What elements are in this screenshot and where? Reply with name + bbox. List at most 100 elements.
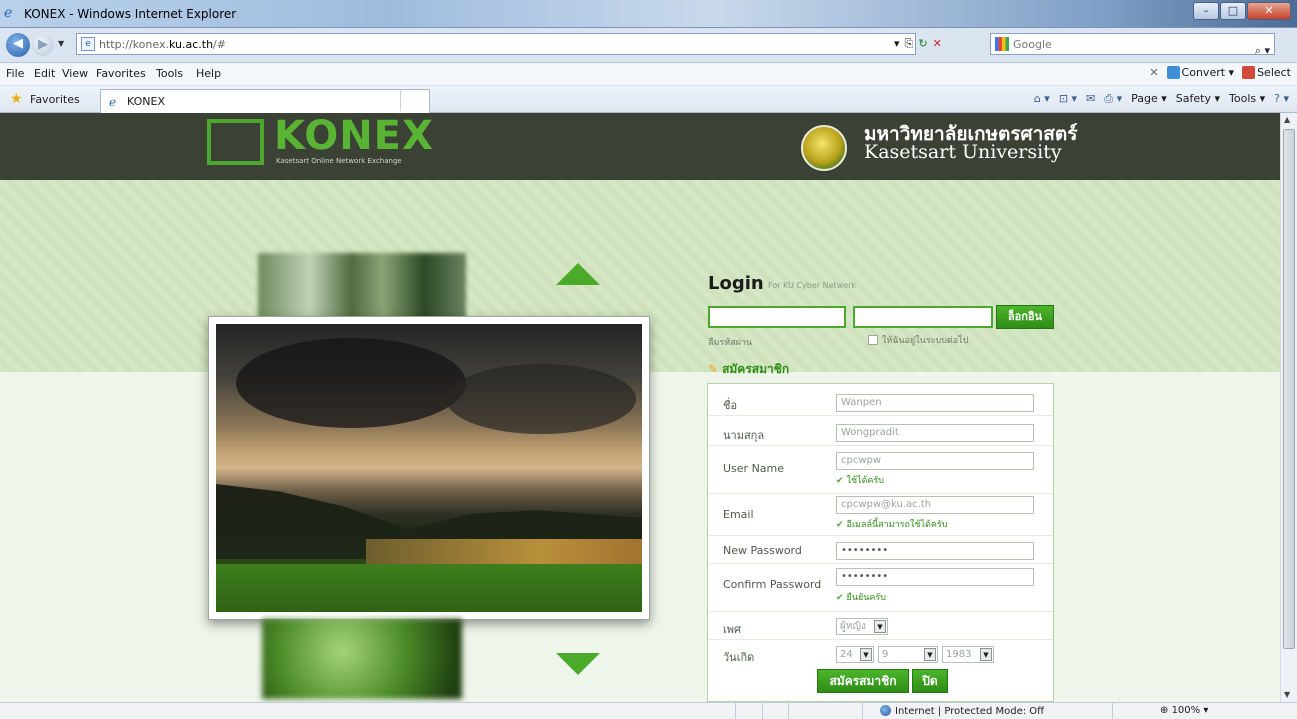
birth-year-value: 1983 xyxy=(946,649,972,660)
mail-icon[interactable]: ✉ xyxy=(1086,92,1095,106)
register-submit-button[interactable]: สมัครสมาชิก xyxy=(817,669,909,693)
chevron-down-icon: ▼ xyxy=(924,648,936,661)
feeds-icon[interactable]: ⊡ ▾ xyxy=(1059,92,1077,106)
status-divider xyxy=(862,703,863,719)
search-placeholder: Google xyxy=(1013,38,1052,51)
globe-icon xyxy=(880,705,891,716)
birth-day-select[interactable]: 24 ▼ xyxy=(836,646,874,663)
gallery-thumbnail-next[interactable] xyxy=(262,619,462,699)
login-password-input[interactable] xyxy=(853,306,993,328)
url-text[interactable]: http://konex.ku.ac.th/# xyxy=(99,38,226,51)
safety-menu[interactable]: Safety ▾ xyxy=(1176,92,1220,106)
chevron-down-icon: ▼ xyxy=(874,620,886,633)
form-row-birthday: วันเกิด 24 ▼ 9 ▼ 1983 ▼ xyxy=(708,642,1053,668)
maximize-button[interactable]: □ xyxy=(1220,2,1246,20)
gender-select[interactable]: ผู้หญิง ▼ xyxy=(836,618,888,635)
username-ok-message: ใช้ได้ครับ xyxy=(836,473,884,487)
scroll-thumb[interactable] xyxy=(1283,129,1295,649)
scroll-down-arrow-icon[interactable]: ▼ xyxy=(1284,690,1290,699)
menu-edit[interactable]: Edit xyxy=(34,67,55,80)
favorites-star-icon[interactable]: ★ xyxy=(10,91,23,107)
new-tab-button[interactable] xyxy=(400,89,430,111)
scroll-up-arrow-icon[interactable]: ▲ xyxy=(1284,115,1290,124)
remember-me-checkbox[interactable] xyxy=(868,335,878,345)
print-icon[interactable]: ⎙ ▾ xyxy=(1104,92,1122,106)
konex-logo[interactable]: KONEX xyxy=(274,113,434,159)
register-close-button[interactable]: ปิด xyxy=(912,669,948,693)
form-row-new-password: New Password •••••••• xyxy=(708,538,1053,564)
select-button[interactable]: Select xyxy=(1242,66,1291,79)
page-icon: e xyxy=(81,37,95,51)
login-button[interactable]: ล็อกอิน xyxy=(996,305,1054,329)
home-icon[interactable]: ⌂ ▾ xyxy=(1034,92,1050,106)
vertical-scrollbar[interactable]: ▲ ▼ xyxy=(1280,113,1297,702)
zoom-level[interactable]: ⊕ 100% ▾ xyxy=(1160,705,1208,716)
security-zone[interactable]: Internet | Protected Mode: Off xyxy=(880,705,1044,717)
stop-icon[interactable]: ✕ xyxy=(933,37,942,51)
status-divider xyxy=(735,703,736,719)
menu-tools[interactable]: Tools xyxy=(156,67,183,80)
menu-help[interactable]: Help xyxy=(196,67,221,80)
convert-button[interactable]: Convert ▾ xyxy=(1166,66,1234,79)
confirm-password-label: Confirm Password xyxy=(723,578,822,591)
gender-value: ผู้หญิง xyxy=(840,621,866,632)
address-bar: ◀ ▶ ▼ e http://konex.ku.ac.th/# ▾ ⎘ ↻ ✕ … xyxy=(0,28,1297,63)
tab-konex[interactable]: ℯ KONEX xyxy=(100,89,430,113)
command-bar: ⌂ ▾ ⊡ ▾ ✉ ⎙ ▾ Page ▾ Safety ▾ Tools ▾ ? … xyxy=(1034,92,1289,106)
register-heading[interactable]: ✎ สมัครสมาชิก xyxy=(708,360,789,379)
url-tools: ▾ ⎘ ↻ ✕ xyxy=(894,37,942,51)
title-bar: ℯ KONEX - Windows Internet Explorer – □ … xyxy=(0,0,1297,28)
search-field[interactable]: Google ⌕ ▾ xyxy=(990,33,1275,58)
help-icon[interactable]: ? ▾ xyxy=(1274,92,1289,106)
compat-view-icon[interactable]: ⎘ xyxy=(905,37,914,51)
search-icon[interactable]: ⌕ ▾ xyxy=(1255,44,1270,58)
new-password-input[interactable]: •••••••• xyxy=(836,542,1034,560)
url-dropdown-icon[interactable]: ▾ xyxy=(894,37,900,51)
page-menu[interactable]: Page ▾ xyxy=(1131,92,1167,106)
new-password-label: New Password xyxy=(723,544,802,557)
gallery-down-arrow-icon[interactable] xyxy=(556,653,600,675)
url-field[interactable]: e http://konex.ku.ac.th/# xyxy=(76,33,916,55)
login-title: Login xyxy=(708,273,764,294)
login-username-input[interactable] xyxy=(708,306,846,328)
username-input[interactable]: cpcwpw xyxy=(836,452,1034,470)
favorites-button[interactable]: Favorites xyxy=(30,93,80,106)
ie-icon: ℯ xyxy=(4,5,13,21)
konex-tagline: Kasetsart Online Network Exchange xyxy=(276,157,402,165)
menu-favorites[interactable]: Favorites xyxy=(96,67,146,80)
status-divider xyxy=(1112,703,1113,719)
gender-label: เพศ xyxy=(723,623,741,636)
gallery-up-arrow-icon[interactable] xyxy=(556,263,600,285)
birth-year-select[interactable]: 1983 ▼ xyxy=(942,646,994,663)
first-name-label: ชื่อ xyxy=(723,399,738,412)
email-input[interactable]: cpcwpw@ku.ac.th xyxy=(836,496,1034,514)
select-icon xyxy=(1242,66,1256,79)
last-name-label: นามสกุล xyxy=(723,429,765,442)
confirm-password-input[interactable]: •••••••• xyxy=(836,568,1034,586)
refresh-icon[interactable]: ↻ xyxy=(918,37,927,51)
close-window-button[interactable]: ✕ xyxy=(1247,2,1291,20)
gallery-thumbnail-previous[interactable] xyxy=(258,253,466,321)
menu-file[interactable]: File xyxy=(6,67,24,80)
forgot-password-link[interactable]: ลืมรหัสผ่าน xyxy=(708,335,752,349)
forward-button[interactable]: ▶ xyxy=(32,34,54,56)
minimize-button[interactable]: – xyxy=(1193,2,1219,20)
first-name-input[interactable]: Wanpen xyxy=(836,394,1034,412)
page-viewport: KONEX Kasetsart Online Network Exchange … xyxy=(0,113,1280,702)
history-dropdown[interactable]: ▼ xyxy=(58,39,64,48)
registration-form: ชื่อ Wanpen นามสกุล Wongpradit User Name… xyxy=(707,383,1054,702)
birth-month-value: 9 xyxy=(882,649,889,660)
convert-icon xyxy=(1166,66,1180,79)
menu-bar: File Edit View Favorites Tools Help ✕ Co… xyxy=(0,63,1297,86)
window-title: KONEX - Windows Internet Explorer xyxy=(24,7,237,21)
close-toolbar-icon[interactable]: ✕ xyxy=(1149,66,1158,79)
back-button[interactable]: ◀ xyxy=(6,33,30,57)
tools-menu[interactable]: Tools ▾ xyxy=(1229,92,1265,106)
site-header: KONEX Kasetsart Online Network Exchange … xyxy=(0,113,1280,180)
photo-cloud xyxy=(446,364,636,434)
last-name-input[interactable]: Wongpradit xyxy=(836,424,1034,442)
register-icon: ✎ xyxy=(708,362,719,376)
login-subtitle: For KU Cyber Network xyxy=(768,281,857,290)
menu-view[interactable]: View xyxy=(62,67,88,80)
birth-month-select[interactable]: 9 ▼ xyxy=(878,646,938,663)
